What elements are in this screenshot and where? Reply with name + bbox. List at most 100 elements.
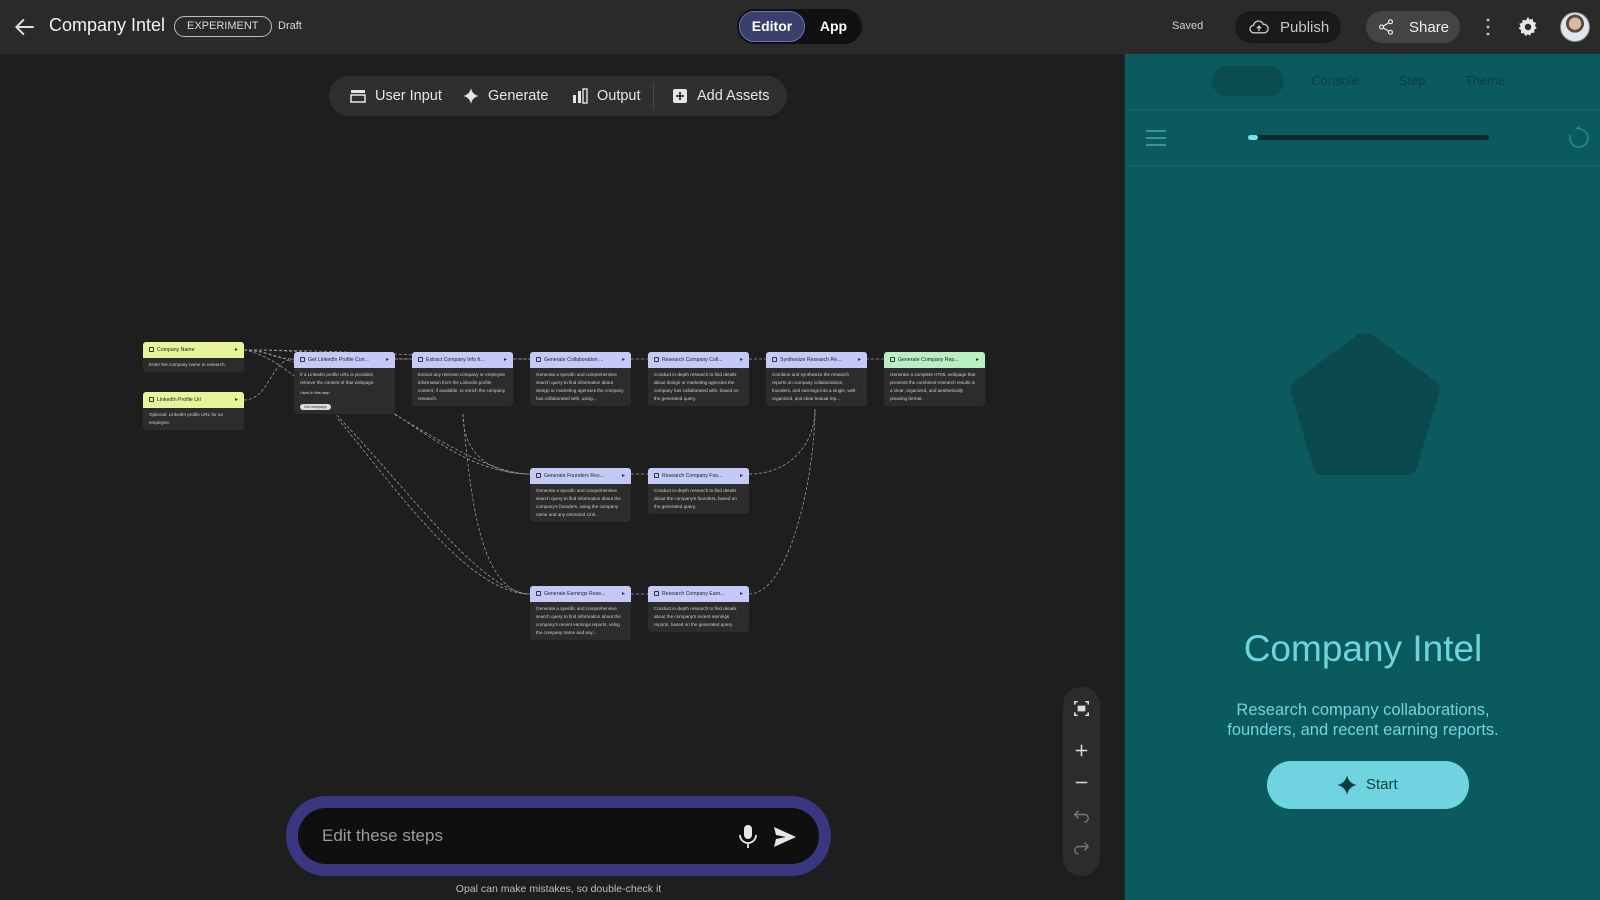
- node-title: Generate Earnings Rese...: [544, 591, 606, 597]
- app-logo-pentagon: [1290, 333, 1440, 475]
- tab-preview[interactable]: Preview: [1212, 66, 1284, 96]
- start-button[interactable]: Start: [1267, 761, 1469, 809]
- chevron-icon: ▸: [739, 473, 743, 479]
- sparkle-icon: [654, 473, 659, 478]
- progress-fill: [1248, 135, 1258, 140]
- avatar[interactable]: [1560, 12, 1590, 42]
- edit-steps-prompt: [286, 796, 831, 876]
- generate-icon: [418, 357, 423, 362]
- top-bar: Company Intel EXPERIMENT Draft Editor Ap…: [0, 0, 1600, 54]
- node-body: Generate a specific and comprehensive se…: [536, 372, 624, 401]
- tab-theme[interactable]: Theme: [1455, 66, 1515, 96]
- node-title: Generate Company Rep...: [898, 357, 959, 363]
- app-subtitle: Research company collaborations, founder…: [1227, 701, 1499, 739]
- back-arrow-icon[interactable]: [12, 14, 38, 40]
- node-title: LinkedIn Profile Url: [157, 397, 201, 403]
- node-gen-collab[interactable]: Generate Collaboration ... ▸ Generate a s…: [530, 352, 631, 406]
- node-body: Generate a complete HTML webpage that pr…: [890, 372, 976, 401]
- more-vert-icon[interactable]: [1482, 16, 1494, 38]
- experiment-badge: EXPERIMENT: [174, 16, 272, 37]
- node-body: Optional: LinkedIn profile URL for an em…: [149, 412, 224, 425]
- node-body: If a LinkedIn profile URL is provided, r…: [300, 372, 375, 385]
- input-icon: [149, 347, 154, 352]
- node-body: Enter the company name to research.: [149, 362, 226, 367]
- node-title: Generate Collaboration ...: [544, 357, 604, 363]
- get-webpage-chip[interactable]: Get webpage: [300, 404, 331, 410]
- chevron-icon: ▸: [621, 591, 625, 597]
- share-button[interactable]: Share: [1366, 11, 1460, 43]
- sparkle-icon: [654, 591, 659, 596]
- sparkle-icon: [1337, 775, 1357, 795]
- node-title: Synthesize Research Re...: [780, 357, 842, 363]
- chevron-icon: ▸: [621, 473, 625, 479]
- preview-tabs: Preview Console Step Theme: [1125, 54, 1600, 110]
- node-linkedin-url[interactable]: LinkedIn Profile Url ▸ Optional: LinkedIn…: [143, 392, 244, 430]
- node-body: Conduct in-depth research to find detail…: [654, 372, 739, 401]
- chevron-icon: ▸: [234, 397, 238, 403]
- node-body: Combine and synthesize the research repo…: [772, 372, 857, 401]
- zoom-in-icon[interactable]: [1070, 739, 1093, 762]
- share-icon: [1378, 19, 1394, 35]
- zoom-out-icon[interactable]: [1070, 771, 1093, 794]
- node-research-founders[interactable]: Research Company Fou... ▸ Conduct in-dept…: [648, 468, 749, 514]
- restart-icon[interactable]: [1567, 126, 1591, 150]
- chevron-icon: ▸: [739, 357, 743, 363]
- app-mode-button[interactable]: App: [807, 11, 860, 42]
- node-gen-report[interactable]: Generate Company Rep... ▸ Generate a comp…: [884, 352, 985, 406]
- node-body: Conduct in-depth research to find detail…: [654, 488, 737, 509]
- node-title: Research Company Fou...: [662, 473, 723, 479]
- node-body: Extract any relevant company or employee…: [418, 372, 506, 401]
- input-icon: [149, 397, 154, 402]
- publish-button[interactable]: Publish: [1235, 11, 1341, 43]
- menu-icon[interactable]: [1145, 129, 1167, 147]
- node-research-earnings[interactable]: Research Company Earn... ▸ Conduct in-dep…: [648, 586, 749, 632]
- edit-steps-input[interactable]: [322, 821, 702, 851]
- flow-canvas[interactable]: User Input Generate Output Add Assets Co…: [0, 54, 1124, 900]
- node-body: Generate a specific and comprehensive se…: [536, 488, 621, 517]
- generate-icon: [536, 591, 541, 596]
- chevron-icon: ▸: [503, 357, 507, 363]
- node-gen-earnings[interactable]: Generate Earnings Rese... ▸ Generate a sp…: [530, 586, 631, 640]
- send-icon[interactable]: [772, 825, 798, 849]
- node-title: Research Company Earn...: [662, 591, 725, 597]
- share-label: Share: [1409, 19, 1450, 36]
- draft-status: Draft: [278, 20, 302, 32]
- output-icon: [890, 357, 895, 362]
- chevron-icon: ▸: [975, 357, 979, 363]
- chevron-icon: ▸: [739, 591, 743, 597]
- node-title: Company Name: [157, 347, 195, 353]
- fit-view-icon[interactable]: [1070, 697, 1093, 720]
- node-body: Conduct in-depth research to find detail…: [654, 606, 737, 627]
- sparkle-icon: [654, 357, 659, 362]
- progress-bar: [1248, 135, 1489, 140]
- chevron-icon: ▸: [621, 357, 625, 363]
- node-title: Generate Founders Res...: [544, 473, 604, 479]
- saved-status: Saved: [1172, 20, 1204, 32]
- editor-mode-button[interactable]: Editor: [739, 11, 805, 42]
- generate-icon: [300, 357, 305, 362]
- disclaimer-text: Opal can make mistakes, so double-check …: [455, 883, 662, 895]
- tab-console[interactable]: Console: [1300, 66, 1370, 96]
- preview-panel: Preview Console Step Theme Company Intel…: [1124, 54, 1600, 900]
- node-synthesize[interactable]: Synthesize Research Re... ▸ Combine and s…: [766, 352, 867, 406]
- node-extract-info[interactable]: Extract Company Info fr... ▸ Extract any …: [412, 352, 513, 406]
- chevron-icon: ▸: [234, 347, 238, 353]
- node-gen-founders[interactable]: Generate Founders Res... ▸ Generate a spe…: [530, 468, 631, 522]
- generate-icon: [536, 357, 541, 362]
- used-in-step-label: Used in this step: [300, 390, 330, 395]
- mode-switch: Editor App: [737, 9, 862, 44]
- tab-step[interactable]: Step: [1387, 66, 1437, 96]
- node-research-collab[interactable]: Research Company Coll... ▸ Conduct in-dep…: [648, 352, 749, 406]
- redo-icon[interactable]: [1070, 835, 1093, 858]
- app-title: Company Intel: [49, 15, 166, 35]
- gear-icon[interactable]: [1516, 15, 1540, 39]
- preview-controls: [1125, 110, 1600, 166]
- node-company-name[interactable]: Company Name ▸ Enter the company name to …: [143, 342, 244, 372]
- undo-icon[interactable]: [1070, 803, 1093, 826]
- generate-icon: [536, 473, 541, 478]
- node-get-linkedin[interactable]: Get LinkedIn Profile Con... ▸ If a Linked…: [294, 352, 395, 414]
- zoom-controls: [1063, 687, 1100, 876]
- node-title: Extract Company Info fr...: [426, 357, 485, 363]
- generate-icon: [772, 357, 777, 362]
- mic-icon[interactable]: [737, 824, 759, 850]
